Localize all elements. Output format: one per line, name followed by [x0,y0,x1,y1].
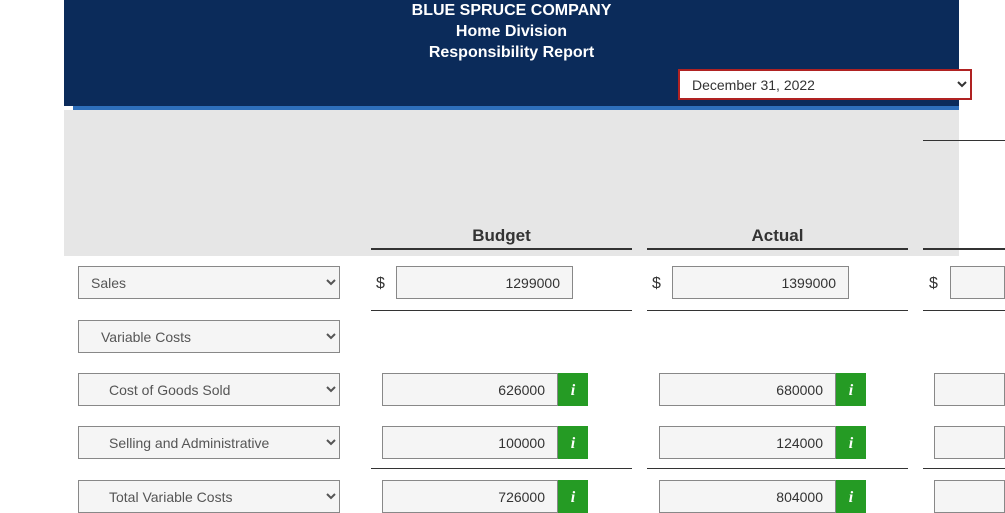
report-header: BLUE SPRUCE COMPANY Home Division Respon… [64,0,959,106]
rule-budget-vc [371,468,632,469]
currency-symbol: $ [652,275,666,293]
total-variable-difference-input[interactable] [934,480,1005,513]
selling-admin-actual-input[interactable] [659,426,836,459]
sales-budget-input[interactable] [396,266,573,299]
row-label-selling-admin[interactable]: Selling and Administrative [78,426,340,459]
row-label-variable-costs[interactable]: Variable Costs [78,320,340,353]
company-name: BLUE SPRUCE COMPANY [64,0,959,20]
row-label-sales[interactable]: Sales [78,266,340,299]
rule-difference-top [923,140,1005,141]
selling-admin-budget-input[interactable] [382,426,558,459]
info-icon[interactable]: i [558,426,588,459]
info-icon[interactable]: i [558,373,588,406]
rule-difference-vc [923,468,1005,469]
column-underline-difference [923,248,1005,250]
column-underline-budget [371,248,632,250]
total-variable-actual-input[interactable] [659,480,836,513]
row-label-total-variable[interactable]: Total Variable Costs [78,480,340,513]
total-variable-budget-input[interactable] [382,480,558,513]
info-icon[interactable]: i [836,480,866,513]
report-title: Responsibility Report [64,41,959,62]
currency-symbol: $ [929,275,943,293]
division-name: Home Division [64,20,959,41]
info-icon[interactable]: i [836,373,866,406]
selling-admin-difference-input[interactable] [934,426,1005,459]
cogs-difference-input[interactable] [934,373,1005,406]
info-icon[interactable]: i [836,426,866,459]
info-icon[interactable]: i [558,480,588,513]
sales-difference-input[interactable] [950,266,1005,299]
column-header-budget: Budget [371,226,632,246]
rule-actual-vc [647,468,908,469]
cogs-actual-input[interactable] [659,373,836,406]
column-underline-actual [647,248,908,250]
row-label-cogs[interactable]: Cost of Goods Sold [78,373,340,406]
currency-symbol: $ [376,275,390,293]
report-date-select[interactable]: December 31, 2022 [678,69,972,100]
rule-difference-sales [923,310,1005,311]
cogs-budget-input[interactable] [382,373,558,406]
sales-actual-input[interactable] [672,266,849,299]
rule-actual-sales [647,310,908,311]
column-header-actual: Actual [647,226,908,246]
rule-budget-sales [371,310,632,311]
